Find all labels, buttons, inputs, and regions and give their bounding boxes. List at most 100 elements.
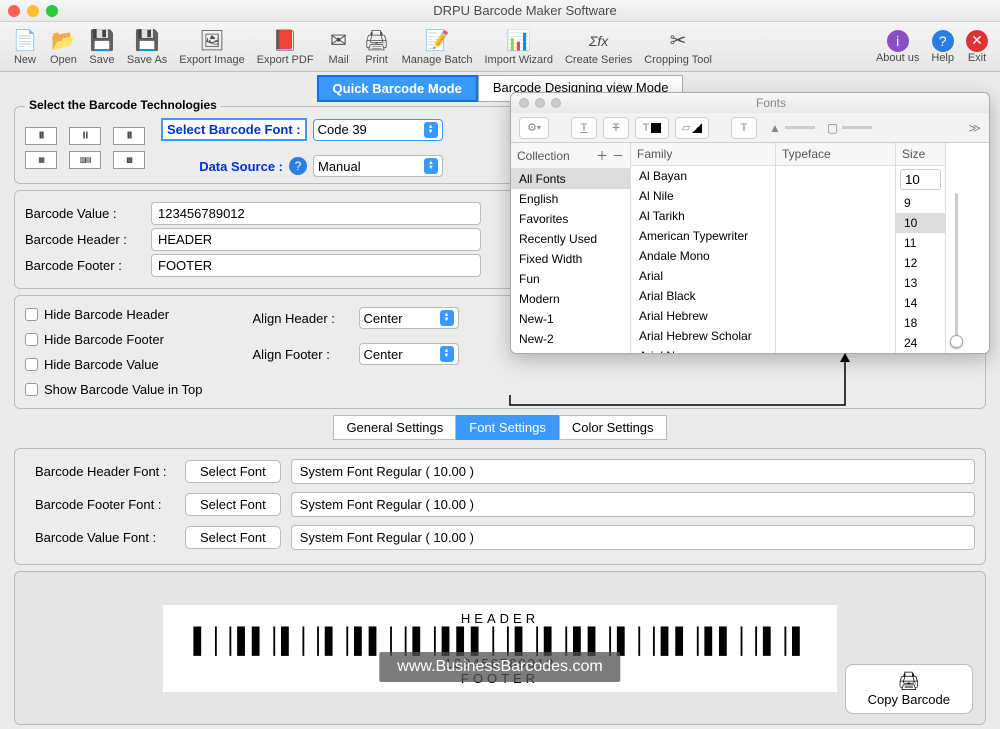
quick-barcode-mode-tab[interactable]: Quick Barcode Mode <box>317 75 478 102</box>
save-as-button[interactable]: 💾Save As <box>121 26 173 68</box>
hide-footer-checkbox[interactable] <box>25 333 38 346</box>
show-value-top-checkbox[interactable] <box>25 383 38 396</box>
save-button[interactable]: 💾Save <box>83 26 121 68</box>
size-list[interactable]: 9 10 11 12 13 14 18 24 <box>896 193 945 353</box>
collection-list[interactable]: All Fonts English Favorites Recently Use… <box>511 169 630 353</box>
data-source-select[interactable]: Manual ▲▼ <box>313 155 443 177</box>
fonts-panel: Fonts ⚙▾ T T T ▱ T ▲ ▢ ≫ Collection＋－ Al… <box>510 92 990 354</box>
minimize-icon[interactable] <box>535 98 545 108</box>
open-button[interactable]: 📂Open <box>44 26 83 68</box>
help-button[interactable]: ?Help <box>925 28 960 66</box>
hide-header-checkbox[interactable] <box>25 308 38 321</box>
barcode-font-select[interactable]: Code 39 ▲▼ <box>313 119 443 141</box>
size-input[interactable] <box>900 169 941 190</box>
family-item[interactable]: Al Tarikh <box>631 206 775 226</box>
barcode-thumb[interactable]: || || <box>69 127 101 145</box>
text-effects-button[interactable]: T <box>731 117 757 139</box>
import-wizard-button[interactable]: 📊Import Wizard <box>479 26 559 68</box>
close-icon[interactable] <box>519 98 529 108</box>
more-icon[interactable]: ≫ <box>968 121 981 135</box>
footer-font-value: System Font Regular ( 10.00 ) <box>291 492 975 517</box>
collection-item[interactable]: English <box>511 189 630 209</box>
family-item[interactable]: Arial Hebrew Scholar <box>631 326 775 346</box>
barcode-footer-input[interactable] <box>151 254 481 277</box>
select-value-font-button[interactable]: Select Font <box>185 526 281 549</box>
new-button[interactable]: 📄New <box>6 26 44 68</box>
underline-button[interactable]: T <box>571 117 597 139</box>
typeface-list[interactable] <box>776 166 895 353</box>
maximize-window[interactable] <box>46 5 58 17</box>
barcode-value-input[interactable] <box>151 202 481 225</box>
manage-batch-button[interactable]: 📝Manage Batch <box>396 26 479 68</box>
collection-item[interactable]: All Fonts <box>511 169 630 189</box>
size-item[interactable]: 13 <box>896 273 945 293</box>
minus-icon[interactable]: － <box>612 147 624 164</box>
collection-item[interactable]: Favorites <box>511 209 630 229</box>
size-item[interactable]: 11 <box>896 233 945 253</box>
shadow-slider[interactable]: ▢ <box>827 121 872 135</box>
minimize-window[interactable] <box>27 5 39 17</box>
exit-button[interactable]: ✕Exit <box>960 28 994 66</box>
close-window[interactable] <box>8 5 20 17</box>
size-item[interactable]: 12 <box>896 253 945 273</box>
size-slider[interactable] <box>946 143 966 353</box>
text-color-button[interactable]: T <box>635 117 669 139</box>
cropping-tool-button[interactable]: ✂Cropping Tool <box>638 26 718 68</box>
collection-item[interactable]: Modern <box>511 289 630 309</box>
collection-item[interactable]: New-2 <box>511 329 630 349</box>
family-item[interactable]: Andale Mono <box>631 246 775 266</box>
maximize-icon[interactable] <box>551 98 561 108</box>
gear-menu[interactable]: ⚙▾ <box>519 117 549 139</box>
family-item[interactable]: Arial Black <box>631 286 775 306</box>
collection-item[interactable]: New-3 <box>511 349 630 353</box>
color-settings-tab[interactable]: Color Settings <box>559 415 667 440</box>
gear-icon: ⚙ <box>527 121 537 134</box>
settings-tabs: General Settings Font Settings Color Set… <box>14 415 986 440</box>
bg-color-button[interactable]: ▱ <box>675 117 709 139</box>
family-list[interactable]: Al Bayan Al Nile Al Tarikh American Type… <box>631 166 775 353</box>
print-button[interactable]: 🖨Print <box>358 26 396 68</box>
mail-button[interactable]: ✉Mail <box>320 26 358 68</box>
barcode-thumb[interactable]: ▥▤ <box>69 151 101 169</box>
collection-item[interactable]: Recently Used <box>511 229 630 249</box>
family-item[interactable]: Arial Narrow <box>631 346 775 353</box>
plus-icon[interactable]: ＋ <box>596 147 608 164</box>
collection-item[interactable]: Fun <box>511 269 630 289</box>
create-series-button[interactable]: ΣfxCreate Series <box>559 26 638 68</box>
open-icon: 📂 <box>50 28 76 54</box>
pdf-icon: 📕 <box>272 28 298 54</box>
font-settings-tab[interactable]: Font Settings <box>456 415 559 440</box>
family-item[interactable]: Arial Hebrew <box>631 306 775 326</box>
collection-item[interactable]: Fixed Width <box>511 249 630 269</box>
size-item[interactable]: 14 <box>896 293 945 313</box>
hide-value-checkbox[interactable] <box>25 358 38 371</box>
select-header-font-button[interactable]: Select Font <box>185 460 281 483</box>
size-item[interactable]: 24 <box>896 333 945 353</box>
family-item[interactable]: Al Nile <box>631 186 775 206</box>
align-header-select[interactable]: Center▲▼ <box>359 307 459 329</box>
family-item[interactable]: Al Bayan <box>631 166 775 186</box>
typeface-header: Typeface <box>782 147 831 161</box>
barcode-thumb[interactable]: ▦ <box>25 151 57 169</box>
copy-barcode-button[interactable]: 🖨 Copy Barcode <box>845 664 973 714</box>
about-button[interactable]: iAbout us <box>870 28 925 66</box>
barcode-thumb[interactable]: ||||| <box>113 127 145 145</box>
size-item[interactable]: 18 <box>896 313 945 333</box>
help-icon[interactable]: ? <box>289 157 307 175</box>
family-item[interactable]: American Typewriter <box>631 226 775 246</box>
size-item[interactable]: 9 <box>896 193 945 213</box>
export-pdf-button[interactable]: 📕Export PDF <box>251 26 320 68</box>
family-item[interactable]: Arial <box>631 266 775 286</box>
barcode-thumb[interactable]: ||||| <box>25 127 57 145</box>
general-settings-tab[interactable]: General Settings <box>333 415 456 440</box>
collection-item[interactable]: New-1 <box>511 309 630 329</box>
barcode-thumb[interactable]: ▩ <box>113 151 145 169</box>
strikethrough-button[interactable]: T <box>603 117 629 139</box>
align-footer-select[interactable]: Center▲▼ <box>359 343 459 365</box>
select-footer-font-button[interactable]: Select Font <box>185 493 281 516</box>
size-item[interactable]: 10 <box>896 213 945 233</box>
preview-header: HEADER <box>193 611 806 626</box>
font-size-slider-small[interactable]: ▲ <box>769 121 815 135</box>
export-image-button[interactable]: 🖼Export Image <box>173 26 250 68</box>
barcode-header-input[interactable] <box>151 228 481 251</box>
